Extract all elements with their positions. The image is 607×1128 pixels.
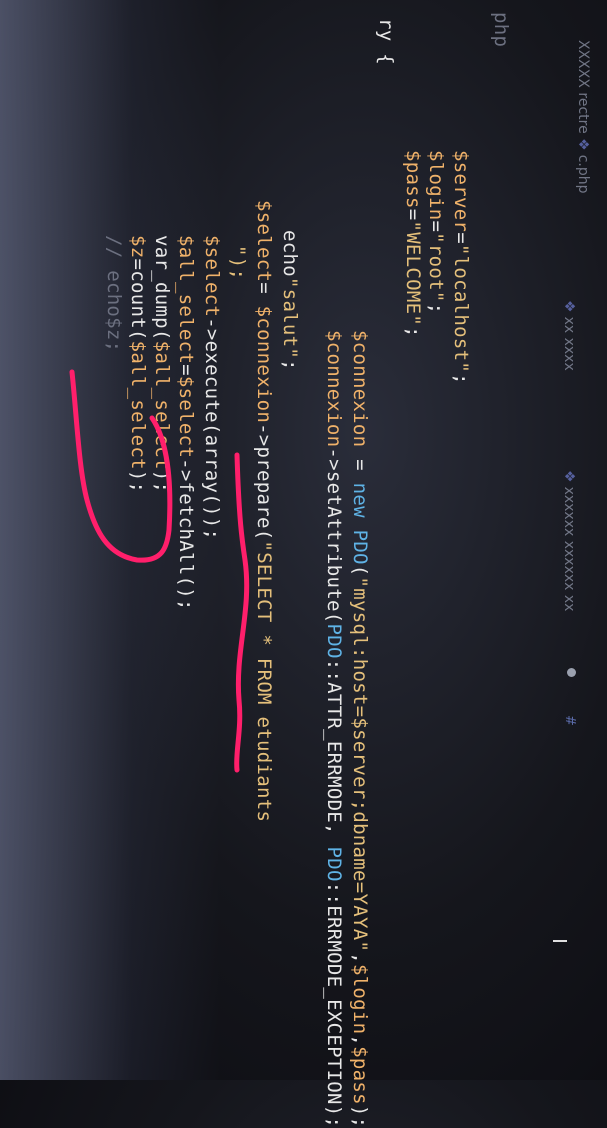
tab-two[interactable]: ❖ xx xxxx (561, 300, 577, 371)
code-token: =count( (127, 258, 149, 341)
code-line[interactable]: $z=count($all_select); (127, 235, 149, 493)
tab-breadcrumb[interactable]: XXXXX rectre ❖ c.php (575, 40, 591, 194)
code-line[interactable]: $all_select=$select->fetchAll(); (175, 235, 197, 611)
code-token: , (349, 1034, 371, 1047)
code-token: ; (425, 302, 447, 315)
tab-three[interactable]: ❖ xxxxxx xxxxxx xx (561, 470, 577, 611)
code-token: ->execute(array()); (201, 317, 223, 541)
code-token: ; (402, 326, 424, 338)
cursor-icon (553, 940, 567, 942)
code-token: "WELCOME" (402, 220, 424, 327)
code-token: ->prepare( (253, 423, 275, 541)
code-token: PDO (323, 623, 345, 659)
code-token: $select (175, 375, 197, 459)
code-line[interactable]: $select= $connexion->prepare("SELECT * F… (253, 200, 275, 822)
code-token: $login (349, 963, 371, 1035)
code-token: ->fetchAll(); (175, 458, 197, 611)
code-token: ); (151, 469, 173, 494)
code-line[interactable]: $server="localhost"; (450, 150, 472, 385)
code-token: $all_select (175, 235, 197, 365)
code-token: ::ATTR_ERRMODE, (323, 658, 345, 847)
code-token: = (253, 282, 275, 306)
code-token: $pass (402, 150, 424, 209)
code-token: = (175, 364, 197, 376)
hash-icon: # (562, 715, 577, 726)
code-token: = (425, 220, 447, 233)
tab-bar: XXXXX rectre ❖ c.php ❖ xx xxxx ❖ xxxxxx xxx… (535, 0, 607, 1080)
code-token: ->setAttribute( (323, 447, 345, 624)
code-token: $all_select (151, 340, 173, 470)
tab-two-label: xx xxxx (561, 316, 577, 371)
code-token: $connexion (349, 330, 371, 448)
code-line[interactable]: $connexion = new PDO("mysql:host=$server… (349, 330, 371, 1128)
code-token: $select (201, 235, 223, 318)
code-token: ry { (375, 18, 397, 65)
code-token: // echo$z; (103, 235, 125, 353)
code-line[interactable]: // echo$z; (103, 235, 125, 352)
code-token: = (349, 447, 371, 483)
code-editor[interactable]: XXXXX rectre ❖ c.php ❖ xx xxxx ❖ xxxxxx xxx… (0, 0, 607, 1128)
code-token: PDO (323, 846, 345, 882)
code-token: ; (279, 359, 301, 371)
code-token: "SELECT * FROM etudiants (253, 540, 275, 823)
code-token: $pass (349, 1046, 371, 1105)
code-token: ; (450, 373, 472, 385)
code-token: $all_select (127, 340, 149, 470)
code-token: "); (227, 245, 249, 281)
code-token: $connexion (323, 330, 345, 448)
file-icon: ❖ (561, 300, 577, 313)
code-line[interactable]: $pass="WELCOME"; (402, 150, 424, 338)
code-token: echo (279, 230, 301, 277)
code-token: "mysql:host=$server;dbname=YAYA" (349, 576, 371, 953)
code-line[interactable]: echo"salut"; (279, 230, 301, 371)
code-token: ( (349, 564, 371, 577)
code-token: php (490, 12, 512, 48)
code-line[interactable]: $connexion->setAttribute(PDO::ATTR_ERRMO… (323, 330, 345, 1128)
folder-label: XXXXX rectre (575, 40, 591, 134)
hand-drawn-annotation (69, 369, 250, 773)
code-token: = (402, 208, 424, 221)
code-token: ::ERRMODE_EXCEPTION); (323, 881, 345, 1128)
code-token: $connexion (253, 305, 275, 424)
code-token: $login (425, 150, 447, 221)
code-token: $select (253, 200, 275, 283)
code-token: new (349, 482, 371, 518)
code-token: ); (127, 469, 149, 494)
file-icon: ❖ (561, 470, 577, 483)
code-line[interactable]: ry { (375, 18, 397, 65)
tab-three-label: xxxxxx xxxxxx xx (561, 486, 577, 612)
code-token: $server (450, 150, 472, 233)
php-file-icon: ❖ (575, 138, 591, 151)
code-token: $z (127, 235, 149, 259)
code-token: , (349, 952, 371, 964)
unsaved-dot-icon (567, 668, 576, 677)
code-token: "localhost" (450, 243, 472, 374)
code-token: PDO (349, 529, 371, 565)
code-line[interactable]: php (490, 12, 512, 47)
code-line[interactable]: $login="root"; (425, 150, 447, 314)
code-token: var_dump( (151, 235, 173, 341)
code-token: "salut" (279, 276, 301, 360)
code-line[interactable]: "); (227, 245, 249, 280)
code-line[interactable]: $select->execute(array()); (201, 235, 223, 540)
code-token: = (450, 232, 472, 244)
code-token: "root" (425, 232, 447, 303)
code-line[interactable]: var_dump($all_select); (151, 235, 173, 493)
code-token: ); (349, 1104, 371, 1128)
file-name: c.php (575, 154, 591, 194)
underline-mark (234, 452, 250, 773)
